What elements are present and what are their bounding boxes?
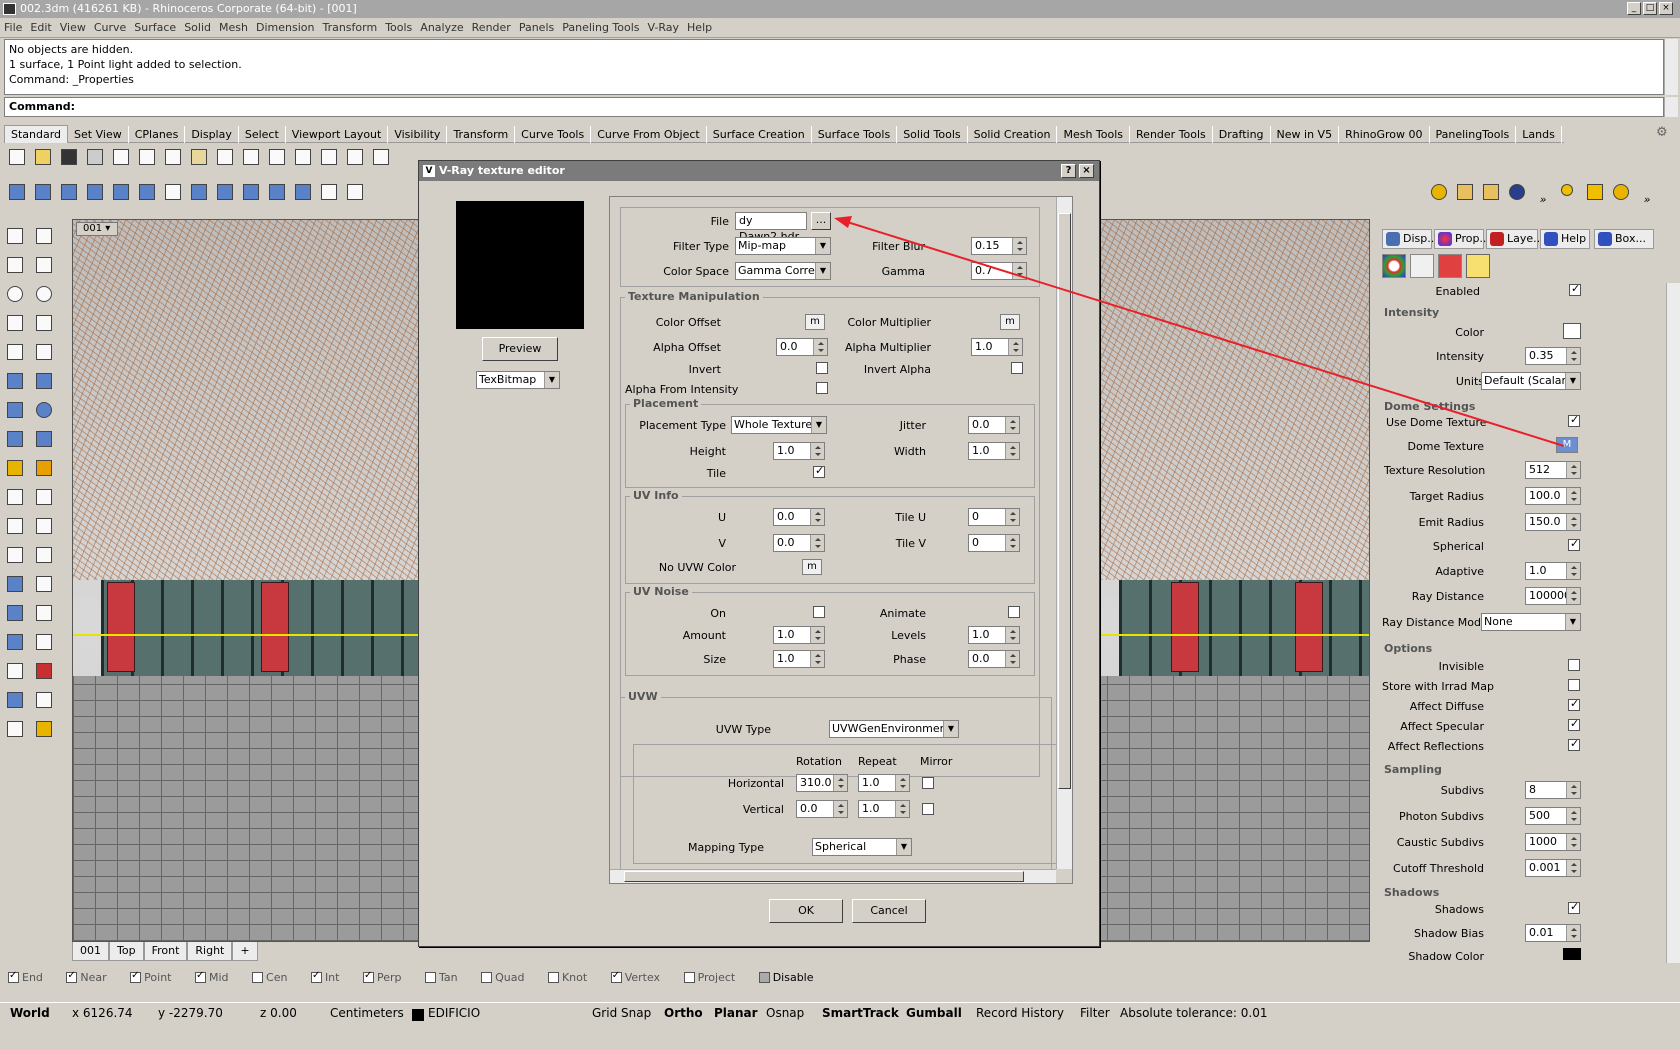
annotation-arrow xyxy=(834,216,1565,447)
